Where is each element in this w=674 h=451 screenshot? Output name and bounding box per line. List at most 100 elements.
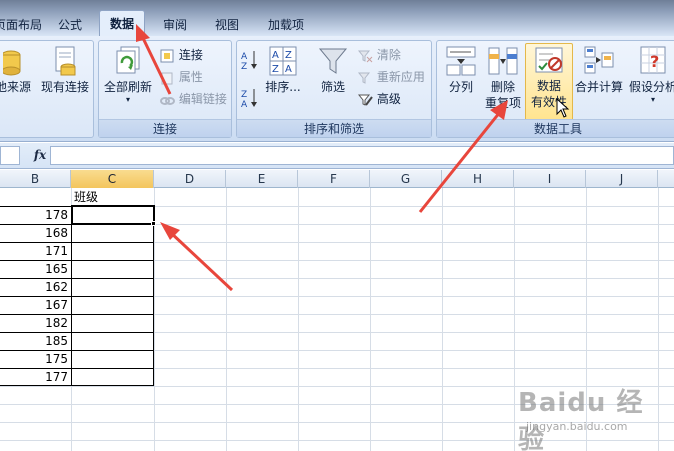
sort-dialog-icon: A Z Z A: [269, 46, 297, 76]
group-label-connections: 连接: [99, 119, 231, 137]
from-other-sources-button[interactable]: 自其他来源: [0, 45, 33, 95]
tab-view[interactable]: 视图: [204, 14, 250, 36]
text-to-columns-label: 分列: [448, 80, 473, 94]
cell-b-value[interactable]: 165: [0, 260, 71, 278]
advanced-filter-button[interactable]: 高级: [357, 89, 401, 109]
sort-descending-button[interactable]: ZA: [241, 87, 259, 109]
clear-filter-label: 清除: [376, 48, 401, 62]
gridline: [154, 188, 155, 451]
column-header-e[interactable]: E: [226, 170, 298, 188]
data-validation-label-1: 数据: [536, 79, 561, 93]
what-if-analysis-button[interactable]: ? 假设分析 ▾: [627, 45, 674, 105]
remove-duplicates-label-1: 删除: [490, 80, 515, 94]
what-if-dropdown-icon: ▾: [650, 95, 655, 104]
reapply-button[interactable]: 重新应用: [357, 67, 425, 87]
cell-b-value[interactable]: 177: [0, 368, 71, 386]
cell-b-value[interactable]: 185: [0, 332, 71, 350]
refresh-all-button[interactable]: 全部刷新 ▾: [103, 45, 153, 105]
filter-button[interactable]: 筛选: [313, 45, 353, 95]
group-sort-filter: AZ ZA A Z Z A 排序... 筛选 清除 重新应用 高级 排序和筛选: [236, 40, 432, 138]
ribbon: 自其他来源 现有连接 全部刷新 ▾ 连接: [0, 36, 674, 142]
properties-icon: [161, 72, 173, 84]
consolidate-button[interactable]: 合并计算: [573, 45, 625, 95]
tab-formulas[interactable]: 公式: [48, 14, 92, 36]
gridline: [226, 188, 227, 451]
chain-link-icon: [160, 96, 175, 105]
remove-duplicates-button[interactable]: 删除 重复项: [481, 45, 525, 111]
existing-connections-icon: [55, 46, 76, 76]
group-label-data-tools: 数据工具: [437, 119, 674, 137]
tab-data[interactable]: 数据: [99, 10, 145, 37]
svg-text:Z: Z: [241, 62, 247, 71]
data-validation-button[interactable]: 数据 有效性: [525, 43, 573, 121]
sort-ascending-button[interactable]: AZ: [241, 49, 259, 71]
svg-text:A: A: [272, 50, 279, 61]
edit-links-button[interactable]: 编辑链接: [159, 89, 227, 109]
what-if-analysis-label: 假设分析: [628, 80, 674, 94]
svg-text:Z: Z: [285, 50, 292, 61]
sort-button[interactable]: A Z Z A 排序...: [263, 45, 303, 95]
column-header-c[interactable]: C: [71, 170, 154, 188]
gridline: [442, 188, 443, 451]
svg-text:Z: Z: [272, 64, 279, 75]
column-headers: B C D E F G H I J: [0, 170, 674, 188]
gridline: [298, 188, 299, 451]
column-header-j[interactable]: J: [586, 170, 658, 188]
cell-b-value[interactable]: 167: [0, 296, 71, 314]
tab-review[interactable]: 审阅: [152, 14, 198, 36]
baidu-jingyan-watermark: Baidu 经验 jingyan.baidu.com: [506, 380, 666, 451]
properties-button[interactable]: 属性: [159, 67, 203, 87]
svg-text:A: A: [241, 100, 248, 109]
refresh-all-icon: [116, 46, 140, 74]
fill-handle[interactable]: [151, 221, 156, 226]
database-icon: [3, 50, 21, 76]
svg-text:A: A: [285, 64, 292, 75]
cell-b-value[interactable]: 171: [0, 242, 71, 260]
tab-add-ins[interactable]: 加载项: [258, 14, 314, 36]
cell-b-value[interactable]: 168: [0, 224, 71, 242]
consolidate-icon: [584, 46, 614, 74]
clear-filter-icon: [357, 50, 373, 62]
existing-connections-label: 现有连接: [40, 80, 89, 94]
column-header-f[interactable]: F: [298, 170, 370, 188]
consolidate-label: 合并计算: [574, 80, 623, 94]
gridline: [370, 188, 371, 451]
cell-b-value[interactable]: 178: [0, 206, 71, 224]
properties-label: 属性: [178, 70, 203, 84]
text-to-columns-button[interactable]: 分列: [441, 45, 481, 95]
advanced-filter-icon: [357, 94, 373, 106]
svg-text:Z: Z: [241, 90, 247, 100]
formula-input[interactable]: [50, 146, 674, 165]
active-cell-c2[interactable]: [71, 205, 155, 225]
from-other-sources-label: 自其他来源: [0, 80, 31, 94]
reapply-label: 重新应用: [376, 70, 425, 84]
cell-c1[interactable]: 班级: [74, 188, 154, 206]
clear-filter-button[interactable]: 清除: [357, 45, 401, 65]
column-header-b[interactable]: B: [0, 170, 71, 188]
cell-b-value[interactable]: 162: [0, 278, 71, 296]
name-box[interactable]: [0, 146, 20, 165]
remove-duplicates-label-2: 重复项: [484, 96, 521, 110]
group-label-sort-filter: 排序和筛选: [237, 119, 431, 137]
insert-function-icon[interactable]: fx: [30, 146, 50, 165]
watermark-url: jingyan.baidu.com: [526, 420, 628, 433]
column-header-i[interactable]: I: [514, 170, 586, 188]
formula-bar: fx: [0, 143, 674, 169]
column-header-h[interactable]: H: [442, 170, 514, 188]
connections-button[interactable]: 连接: [159, 45, 203, 65]
worksheet-grid[interactable]: 班级 178 168 171 165 162 167 182 185 175 1…: [0, 188, 674, 451]
funnel-icon: [318, 48, 348, 74]
existing-connections-button[interactable]: 现有连接: [39, 45, 91, 95]
mouse-cursor-icon: [556, 98, 570, 118]
cell-b-value[interactable]: 182: [0, 314, 71, 332]
group-get-external-data: 自其他来源 现有连接: [0, 40, 94, 138]
svg-text:A: A: [241, 52, 248, 62]
column-header-d[interactable]: D: [154, 170, 226, 188]
refresh-all-dropdown-icon: ▾: [125, 95, 130, 104]
column-header-g[interactable]: G: [370, 170, 442, 188]
svg-text:?: ?: [650, 52, 659, 71]
refresh-all-label: 全部刷新: [103, 80, 152, 94]
what-if-analysis-icon: ?: [640, 46, 666, 74]
cell-b-value[interactable]: 175: [0, 350, 71, 368]
sort-label: 排序...: [265, 80, 301, 94]
